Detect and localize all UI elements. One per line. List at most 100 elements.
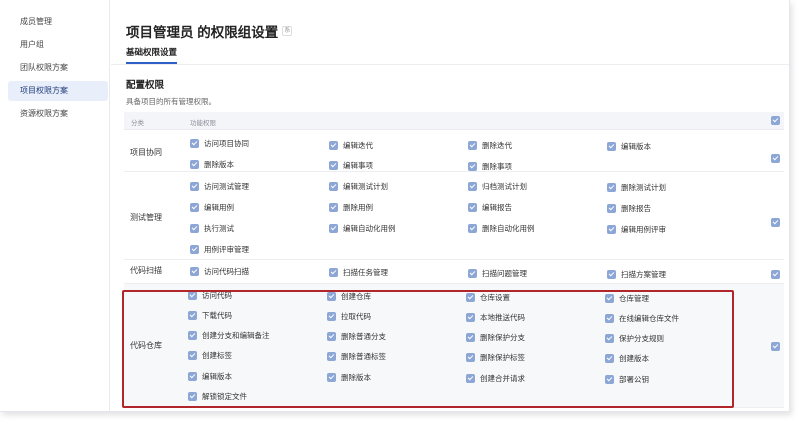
checkbox[interactable]	[190, 202, 199, 212]
permission-item[interactable]: 编辑事项	[329, 159, 373, 171]
sidebar-item-team-permission-scheme[interactable]: 团队权限方案	[8, 58, 108, 78]
checkbox[interactable]	[607, 269, 616, 279]
permission-item[interactable]: 编辑自动化用例	[329, 222, 396, 234]
permission-item[interactable]: 删除迭代	[468, 139, 512, 151]
table-row: 项目协同 访问项目协同 编辑迭代 删除迭代 编辑版本 删除版本 编辑事项 删除事…	[124, 130, 784, 172]
checkbox[interactable]	[607, 224, 616, 234]
permission-item[interactable]: 删除报告	[607, 202, 651, 214]
permission-item[interactable]: 删除事项	[468, 160, 512, 172]
permission-item[interactable]: 访问测试管理	[190, 180, 249, 192]
checkbox[interactable]	[190, 244, 199, 254]
category-label: 测试管理	[130, 213, 162, 222]
permission-item[interactable]: 扫描问题管理	[468, 267, 527, 279]
permission-item[interactable]: 扫描方案管理	[607, 268, 666, 280]
table-header: 分类 功能权限	[124, 112, 784, 130]
page-title: 项目管理员 的权限组设置	[126, 25, 279, 40]
checkbox[interactable]	[190, 266, 199, 276]
column-header-permission: 功能权限	[190, 120, 216, 127]
permission-label: 访问项目协同	[204, 138, 249, 148]
checkbox[interactable]	[329, 140, 338, 150]
permission-item[interactable]: 扫描任务管理	[329, 266, 388, 278]
permission-item[interactable]: 删除用例	[329, 201, 373, 213]
system-tag: 系	[282, 26, 293, 36]
checkbox[interactable]	[607, 203, 616, 213]
column-header-category: 分类	[131, 120, 144, 127]
permission-label: 删除版本	[204, 159, 234, 169]
tab-basic-permissions[interactable]: 基础权限设置	[126, 46, 177, 58]
checkbox[interactable]	[468, 140, 477, 150]
permission-label: 访问测试管理	[204, 181, 249, 191]
select-all-checkbox[interactable]	[771, 116, 780, 125]
checkbox[interactable]	[468, 268, 477, 278]
permission-item[interactable]: 执行测试	[190, 222, 234, 234]
row-select-checkbox[interactable]	[771, 218, 780, 227]
sidebar-item-members[interactable]: 成员管理	[8, 12, 108, 32]
checkbox[interactable]	[468, 202, 477, 212]
checkbox[interactable]	[607, 182, 616, 192]
permission-label: 扫描任务管理	[343, 267, 388, 277]
permission-label: 编辑版本	[621, 141, 651, 151]
checkbox[interactable]	[329, 267, 338, 277]
permission-item[interactable]: 删除版本	[190, 158, 234, 170]
permission-item[interactable]: 编辑报告	[468, 201, 512, 213]
checkbox[interactable]	[329, 223, 338, 233]
highlight-box	[122, 290, 734, 408]
permission-label: 扫描问题管理	[482, 268, 527, 278]
permission-item[interactable]: 访问代码扫描	[190, 265, 249, 277]
permission-label: 删除报告	[621, 203, 651, 213]
permission-label: 删除自动化用例	[482, 223, 535, 233]
permission-item[interactable]: 编辑迭代	[329, 139, 373, 151]
permission-item[interactable]: 编辑用例	[190, 201, 234, 213]
app-window: 成员管理 用户组 团队权限方案 项目权限方案 资源权限方案 项目管理员 的权限组…	[0, 0, 790, 412]
permission-label: 用例评审管理	[204, 244, 249, 254]
sidebar-item-resource-permission-scheme[interactable]: 资源权限方案	[8, 104, 108, 124]
permission-label: 编辑报告	[482, 202, 512, 212]
permission-item[interactable]: 归档测试计划	[468, 180, 527, 192]
permission-label: 编辑迭代	[343, 140, 373, 150]
checkbox[interactable]	[607, 141, 616, 151]
permission-item[interactable]: 访问项目协同	[190, 137, 249, 149]
title-row: 项目管理员 的权限组设置 系	[126, 21, 293, 41]
permission-label: 编辑自动化用例	[343, 223, 396, 233]
checkbox[interactable]	[468, 223, 477, 233]
permission-label: 编辑用例	[204, 202, 234, 212]
permission-item[interactable]: 编辑测试计划	[329, 180, 388, 192]
row-select-checkbox[interactable]	[771, 342, 780, 351]
category-label: 项目协同	[130, 148, 162, 157]
permission-label: 删除测试计划	[621, 182, 666, 192]
table-row: 测试管理 访问测试管理 编辑测试计划 归档测试计划 删除测试计划 编辑用例 删除…	[124, 172, 784, 260]
permission-item[interactable]: 编辑用例评审	[607, 223, 666, 235]
sidebar-item-project-permission-scheme[interactable]: 项目权限方案	[8, 81, 108, 101]
permission-label: 归档测试计划	[482, 181, 527, 191]
checkbox[interactable]	[329, 202, 338, 212]
tab-divider	[111, 64, 789, 65]
permission-item[interactable]: 编辑版本	[607, 140, 651, 152]
permission-label: 扫描方案管理	[621, 269, 666, 279]
permission-item[interactable]: 删除测试计划	[607, 181, 666, 193]
checkbox[interactable]	[190, 159, 199, 169]
checkbox[interactable]	[190, 181, 199, 191]
permission-label: 编辑用例评审	[621, 224, 666, 234]
permission-item[interactable]: 用例评审管理	[190, 243, 249, 255]
permission-label: 编辑事项	[343, 160, 373, 170]
checkbox[interactable]	[329, 160, 338, 170]
row-select-checkbox[interactable]	[771, 270, 780, 279]
checkbox[interactable]	[468, 181, 477, 191]
sidebar: 成员管理 用户组 团队权限方案 项目权限方案 资源权限方案	[0, 0, 110, 411]
row-select-checkbox[interactable]	[771, 154, 780, 163]
permission-item[interactable]: 删除自动化用例	[468, 222, 535, 234]
permission-label: 删除事项	[482, 161, 512, 171]
checkbox[interactable]	[468, 161, 477, 171]
section-description: 具备项目的所有管理权限。	[126, 97, 216, 106]
sidebar-item-user-groups[interactable]: 用户组	[8, 35, 108, 55]
checkbox[interactable]	[190, 223, 199, 233]
permission-label: 删除迭代	[482, 140, 512, 150]
permission-label: 编辑测试计划	[343, 181, 388, 191]
checkbox[interactable]	[190, 138, 199, 148]
category-label: 代码扫描	[130, 266, 162, 275]
permission-label: 访问代码扫描	[204, 266, 249, 276]
checkbox[interactable]	[329, 181, 338, 191]
section-title: 配置权限	[126, 80, 165, 91]
table-row: 代码扫描 访问代码扫描 扫描任务管理 扫描问题管理 扫描方案管理	[124, 260, 784, 284]
permission-label: 执行测试	[204, 223, 234, 233]
